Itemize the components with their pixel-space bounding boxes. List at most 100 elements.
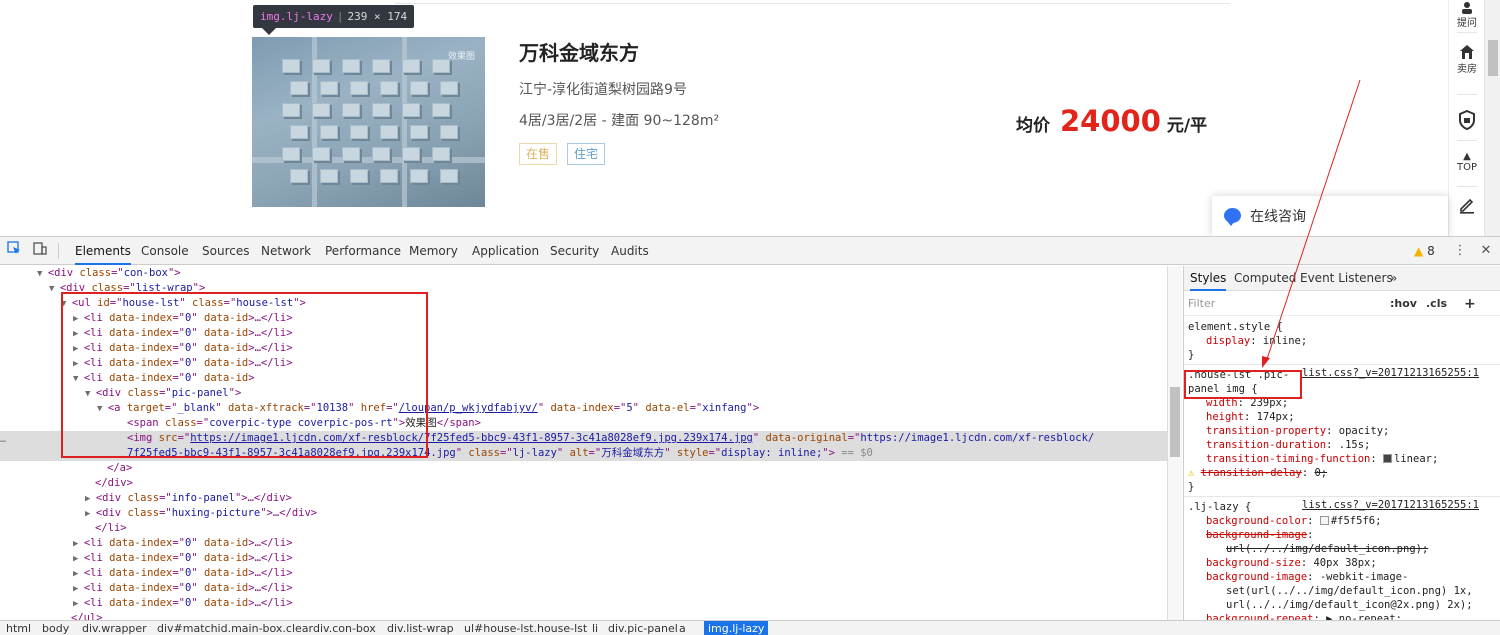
dom-node-row[interactable]: ▶ <li data-index="0" data-id>…</li>: [0, 551, 1167, 566]
tree-toggle-icon[interactable]: ▶: [73, 584, 84, 594]
breadcrumb-item[interactable]: html: [2, 621, 35, 635]
dom-node-row[interactable]: ▶ <li data-index="0" data-id>…</li>: [0, 596, 1167, 611]
dom-node-row[interactable]: </ul>: [0, 611, 1167, 620]
tree-toggle-icon[interactable]: ▼: [37, 269, 48, 279]
tab-elements[interactable]: Elements: [75, 237, 131, 265]
easing-icon[interactable]: [1383, 454, 1393, 463]
css-value-continued[interactable]: url(../../img/default_icon@2x.png) 2x);: [1226, 599, 1473, 611]
filter-input[interactable]: Filter: [1188, 292, 1215, 316]
css-value[interactable]: inline;: [1263, 335, 1307, 347]
tree-toggle-icon[interactable]: ▶: [73, 569, 84, 579]
css-value[interactable]: 174px;: [1257, 411, 1295, 423]
house-title[interactable]: 万科金域东方: [519, 37, 639, 66]
breadcrumb-item[interactable]: img.lj-lazy: [704, 621, 769, 635]
css-property[interactable]: background-repeat: [1206, 613, 1313, 620]
tab-memory[interactable]: Memory: [409, 237, 458, 265]
style-line[interactable]: ⚠ transition-delay: 0;: [1188, 466, 1327, 480]
css-value[interactable]: 0;: [1314, 467, 1327, 479]
tab-performance[interactable]: Performance: [325, 237, 401, 265]
css-property[interactable]: transition-timing-function: [1206, 453, 1370, 465]
css-value-continued[interactable]: url(../../img/default_icon.png);: [1226, 543, 1428, 555]
tree-toggle-icon[interactable]: ▶: [85, 494, 96, 504]
inspect-element-icon[interactable]: [4, 241, 24, 261]
tree-toggle-icon[interactable]: ▶: [73, 599, 84, 609]
style-line[interactable]: background-size: 40px 38px;: [1206, 556, 1377, 570]
breadcrumb-item[interactable]: div#matchid.main-box.clear: [153, 621, 317, 635]
css-property[interactable]: background-size: [1206, 557, 1301, 569]
breadcrumb-item[interactable]: div.pic-panel: [604, 621, 682, 635]
stylesheet-link[interactable]: list.css?_v=20171213165255:1: [1302, 367, 1498, 379]
new-rule-button[interactable]: +: [1464, 292, 1476, 316]
tab-security[interactable]: Security: [550, 237, 599, 265]
tree-toggle-icon[interactable]: ▶: [85, 509, 96, 519]
sidebar-item-top[interactable]: ▲ TOP: [1449, 152, 1485, 174]
tab-application[interactable]: Application: [472, 237, 539, 265]
tree-toggle-icon[interactable]: ▶: [73, 539, 84, 549]
breadcrumb-item[interactable]: body: [38, 621, 73, 635]
style-line[interactable]: transition-duration: .15s;: [1206, 438, 1370, 452]
breadcrumb-item[interactable]: div.con-box: [309, 621, 380, 635]
css-property[interactable]: background-image: [1206, 571, 1307, 583]
close-devtools-icon[interactable]: ✕: [1476, 241, 1496, 261]
breadcrumb-item[interactable]: div.list-wrap: [383, 621, 458, 635]
breadcrumb-item[interactable]: div.wrapper: [78, 621, 151, 635]
dom-node-row[interactable]: ▶ <div class="info-panel">…</div>: [0, 491, 1167, 506]
css-selector[interactable]: }: [1188, 349, 1194, 361]
css-value[interactable]: no-repeat;: [1339, 613, 1402, 620]
css-property[interactable]: display: [1206, 335, 1250, 347]
css-value[interactable]: 40px 38px;: [1313, 557, 1376, 569]
styles-tab-computed[interactable]: Computed: [1234, 266, 1296, 291]
dom-node-row[interactable]: ▶ <li data-index="0" data-id>…</li>: [0, 566, 1167, 581]
dom-node-row[interactable]: ▶ <li data-index="0" data-id>…</li>: [0, 581, 1167, 596]
more-options-icon[interactable]: ⋮: [1450, 241, 1470, 261]
css-property[interactable]: height: [1206, 411, 1244, 423]
dom-node-row[interactable]: ▶ <li data-index="0" data-id>…</li>: [0, 536, 1167, 551]
warning-counter[interactable]: ▲ 8: [1414, 237, 1435, 265]
css-property[interactable]: background-image: [1206, 529, 1307, 541]
css-selector[interactable]: .lj-lazy {: [1188, 501, 1251, 513]
tab-console[interactable]: Console: [141, 237, 189, 265]
styles-tab-eventlisteners[interactable]: Event Listeners: [1300, 266, 1393, 291]
style-line[interactable]: display: inline;: [1206, 334, 1307, 348]
style-line[interactable]: background-color: #f5f5f6;: [1206, 514, 1381, 528]
elements-scrollbar-thumb[interactable]: [1170, 387, 1180, 457]
dom-row-menu-icon[interactable]: …: [0, 434, 6, 445]
css-property[interactable]: transition-property: [1206, 425, 1326, 437]
css-value[interactable]: opacity;: [1339, 425, 1390, 437]
css-value[interactable]: .15s;: [1339, 439, 1371, 451]
dom-node-row[interactable]: </div>: [0, 476, 1167, 491]
style-line[interactable]: transition-property: opacity;: [1206, 424, 1389, 438]
sidebar-item-ask[interactable]: 提问: [1449, 0, 1485, 30]
page-scrollbar-thumb[interactable]: [1488, 40, 1498, 76]
sidebar-item-sell[interactable]: 卖房: [1449, 44, 1485, 76]
house-image[interactable]: 效果图: [252, 37, 485, 207]
elements-scrollbar[interactable]: [1167, 266, 1182, 620]
css-property[interactable]: transition-duration: [1206, 439, 1326, 451]
breadcrumb-item[interactable]: li: [588, 621, 602, 635]
styles-tab-styles[interactable]: Styles: [1190, 266, 1227, 291]
dom-node-row[interactable]: ▶ <div class="huxing-picture">…</div>: [0, 506, 1167, 521]
expand-icon[interactable]: ▶: [1326, 613, 1339, 620]
cls-toggle[interactable]: .cls: [1426, 292, 1447, 316]
tab-audits[interactable]: Audits: [611, 237, 649, 265]
stylesheet-link[interactable]: list.css?_v=20171213165255:1: [1302, 499, 1498, 511]
tab-network[interactable]: Network: [261, 237, 311, 265]
color-swatch[interactable]: [1319, 516, 1329, 525]
style-line[interactable]: background-image: -webkit-image-: [1206, 570, 1408, 584]
hov-toggle[interactable]: :hov: [1390, 292, 1417, 316]
style-line[interactable]: transition-timing-function: linear;: [1206, 452, 1438, 466]
css-value[interactable]: -webkit-image-: [1320, 571, 1409, 583]
breadcrumb-item[interactable]: ul#house-lst.house-lst: [460, 621, 591, 635]
tree-toggle-icon[interactable]: ▼: [49, 284, 60, 294]
sidebar-item-feedback[interactable]: [1449, 196, 1485, 218]
online-consult-button[interactable]: 在线咨询: [1212, 196, 1448, 236]
dom-node-row[interactable]: </li>: [0, 521, 1167, 536]
style-line[interactable]: background-image:: [1206, 528, 1313, 542]
css-property[interactable]: background-color: [1206, 515, 1307, 527]
tab-sources[interactable]: Sources: [202, 237, 249, 265]
dom-node-row[interactable]: </a>: [0, 461, 1167, 476]
dom-node-row[interactable]: ▼ <div class="con-box">: [0, 266, 1167, 281]
css-value-continued[interactable]: set(url(../../img/default_icon.png) 1x,: [1226, 585, 1473, 597]
css-value[interactable]: #f5f5f6;: [1331, 515, 1382, 527]
css-value[interactable]: linear;: [1394, 453, 1438, 465]
